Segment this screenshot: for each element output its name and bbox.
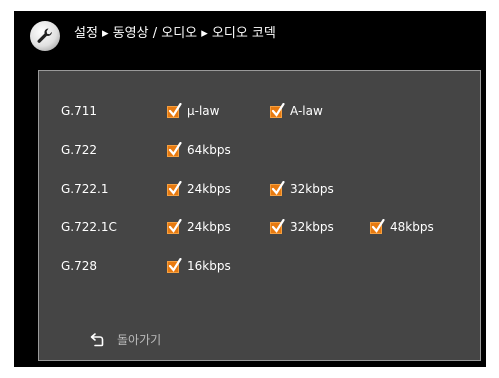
- option-label: 16kbps: [187, 259, 231, 273]
- checkbox-checked-icon[interactable]: [370, 218, 385, 235]
- codec-row-g711: G.711 μ-law A-law: [39, 101, 480, 121]
- checkbox-checked-icon[interactable]: [270, 218, 285, 235]
- codec-name: G.722.1C: [61, 220, 117, 234]
- option-label: 32kbps: [290, 220, 334, 234]
- option-g711-mulaw[interactable]: μ-law: [167, 101, 219, 121]
- option-label: 24kbps: [187, 220, 231, 234]
- checkbox-checked-icon[interactable]: [167, 218, 182, 235]
- option-label: 32kbps: [290, 182, 334, 196]
- breadcrumb: 설정 ▸ 동영상 / 오디오 ▸ 오디오 코덱: [74, 26, 276, 41]
- option-g7221-32kbps[interactable]: 32kbps: [270, 179, 334, 199]
- codec-name: G.728: [61, 259, 98, 273]
- option-g711-alaw[interactable]: A-law: [270, 101, 323, 121]
- option-g7221c-32kbps[interactable]: 32kbps: [270, 217, 334, 237]
- checkbox-checked-icon[interactable]: [167, 141, 182, 158]
- codec-row-g722: G.722 64kbps: [39, 140, 480, 160]
- codec-row-g728: G.728 16kbps: [39, 256, 480, 276]
- checkbox-checked-icon[interactable]: [270, 102, 285, 119]
- codec-name: G.722.1: [61, 182, 109, 196]
- option-g7221c-24kbps[interactable]: 24kbps: [167, 217, 231, 237]
- back-button[interactable]: 돌아가기: [89, 329, 161, 351]
- codec-name: G.722: [61, 143, 98, 157]
- option-label: A-law: [290, 104, 323, 118]
- header: 설정 ▸ 동영상 / 오디오 ▸ 오디오 코덱: [14, 11, 486, 57]
- back-label: 돌아가기: [117, 333, 162, 347]
- codec-name: G.711: [61, 104, 98, 118]
- option-g728-16kbps[interactable]: 16kbps: [167, 256, 231, 276]
- option-label: 24kbps: [187, 182, 231, 196]
- checkbox-checked-icon[interactable]: [167, 180, 182, 197]
- checkbox-checked-icon[interactable]: [167, 257, 182, 274]
- option-g7221c-48kbps[interactable]: 48kbps: [370, 217, 434, 237]
- codec-row-g7221c: G.722.1C 24kbps 32kbps 48kbps: [39, 217, 480, 237]
- checkbox-checked-icon[interactable]: [270, 180, 285, 197]
- back-arrow-icon: [90, 333, 104, 347]
- option-g7221-24kbps[interactable]: 24kbps: [167, 179, 231, 199]
- checkbox-checked-icon[interactable]: [167, 102, 182, 119]
- option-g722-64kbps[interactable]: 64kbps: [167, 140, 231, 160]
- option-label: μ-law: [187, 104, 220, 118]
- codec-row-g7221: G.722.1 24kbps 32kbps: [39, 179, 480, 199]
- option-label: 48kbps: [390, 220, 434, 234]
- settings-screen: 설정 ▸ 동영상 / 오디오 ▸ 오디오 코덱 G.711 μ-law A-la…: [14, 11, 486, 367]
- option-label: 64kbps: [187, 143, 231, 157]
- codec-panel: G.711 μ-law A-law G.722 64kbps G.722.1 2…: [38, 70, 481, 361]
- wrench-icon: [30, 21, 60, 51]
